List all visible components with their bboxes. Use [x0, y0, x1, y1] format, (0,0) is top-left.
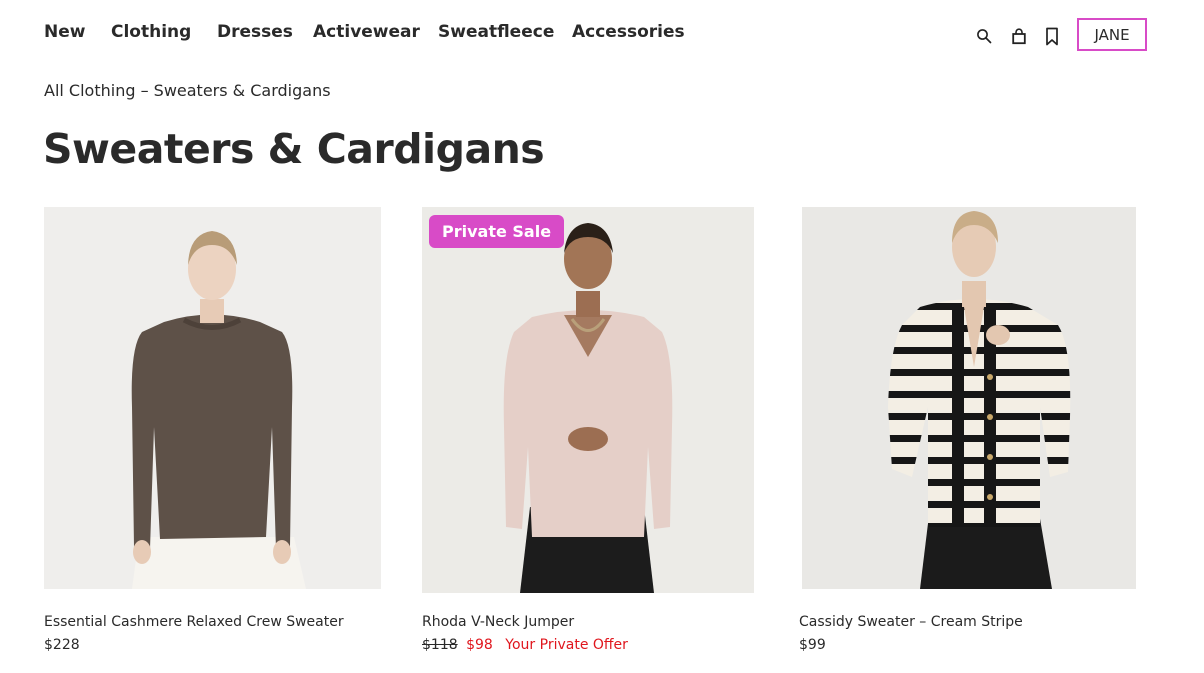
- product-name[interactable]: Cassidy Sweater – Cream Stripe: [799, 614, 1023, 630]
- nav-item-activewear[interactable]: Activewear: [313, 22, 420, 42]
- price-value: $99: [799, 637, 826, 653]
- product-image[interactable]: [802, 207, 1136, 589]
- product-image[interactable]: [44, 207, 381, 589]
- product-name[interactable]: Essential Cashmere Relaxed Crew Sweater: [44, 614, 344, 630]
- breadcrumb-parent[interactable]: All Clothing: [44, 81, 135, 100]
- original-price: $118: [422, 637, 458, 653]
- product-price: $99: [799, 637, 826, 653]
- offer-label: Your Private Offer: [505, 637, 628, 653]
- bookmark-icon[interactable]: [1042, 26, 1062, 46]
- nav-item-clothing[interactable]: Clothing: [111, 22, 191, 42]
- account-button[interactable]: JANE: [1077, 18, 1147, 51]
- header-icons: [974, 26, 1064, 46]
- breadcrumb-current: Sweaters & Cardigans: [153, 81, 331, 100]
- page-title: Sweaters & Cardigans: [43, 125, 545, 173]
- product-price: $118 $98 Your Private Offer: [422, 637, 628, 653]
- search-icon[interactable]: [974, 26, 994, 46]
- private-sale-badge: Private Sale: [429, 215, 565, 248]
- price-value: $228: [44, 637, 80, 653]
- product-name[interactable]: Rhoda V-Neck Jumper: [422, 614, 574, 630]
- bag-icon[interactable]: [1009, 26, 1029, 46]
- breadcrumb: All Clothing – Sweaters & Cardigans: [44, 81, 331, 100]
- nav-item-new[interactable]: New: [44, 22, 85, 42]
- nav-item-dresses[interactable]: Dresses: [217, 22, 293, 42]
- product-image[interactable]: Private Sale: [422, 207, 754, 593]
- nav-item-sweatfleece[interactable]: Sweatfleece: [438, 22, 554, 42]
- product-price: $228: [44, 637, 80, 653]
- sale-price: $98: [466, 637, 493, 653]
- breadcrumb-separator: –: [135, 81, 154, 100]
- nav-item-accessories[interactable]: Accessories: [572, 22, 685, 42]
